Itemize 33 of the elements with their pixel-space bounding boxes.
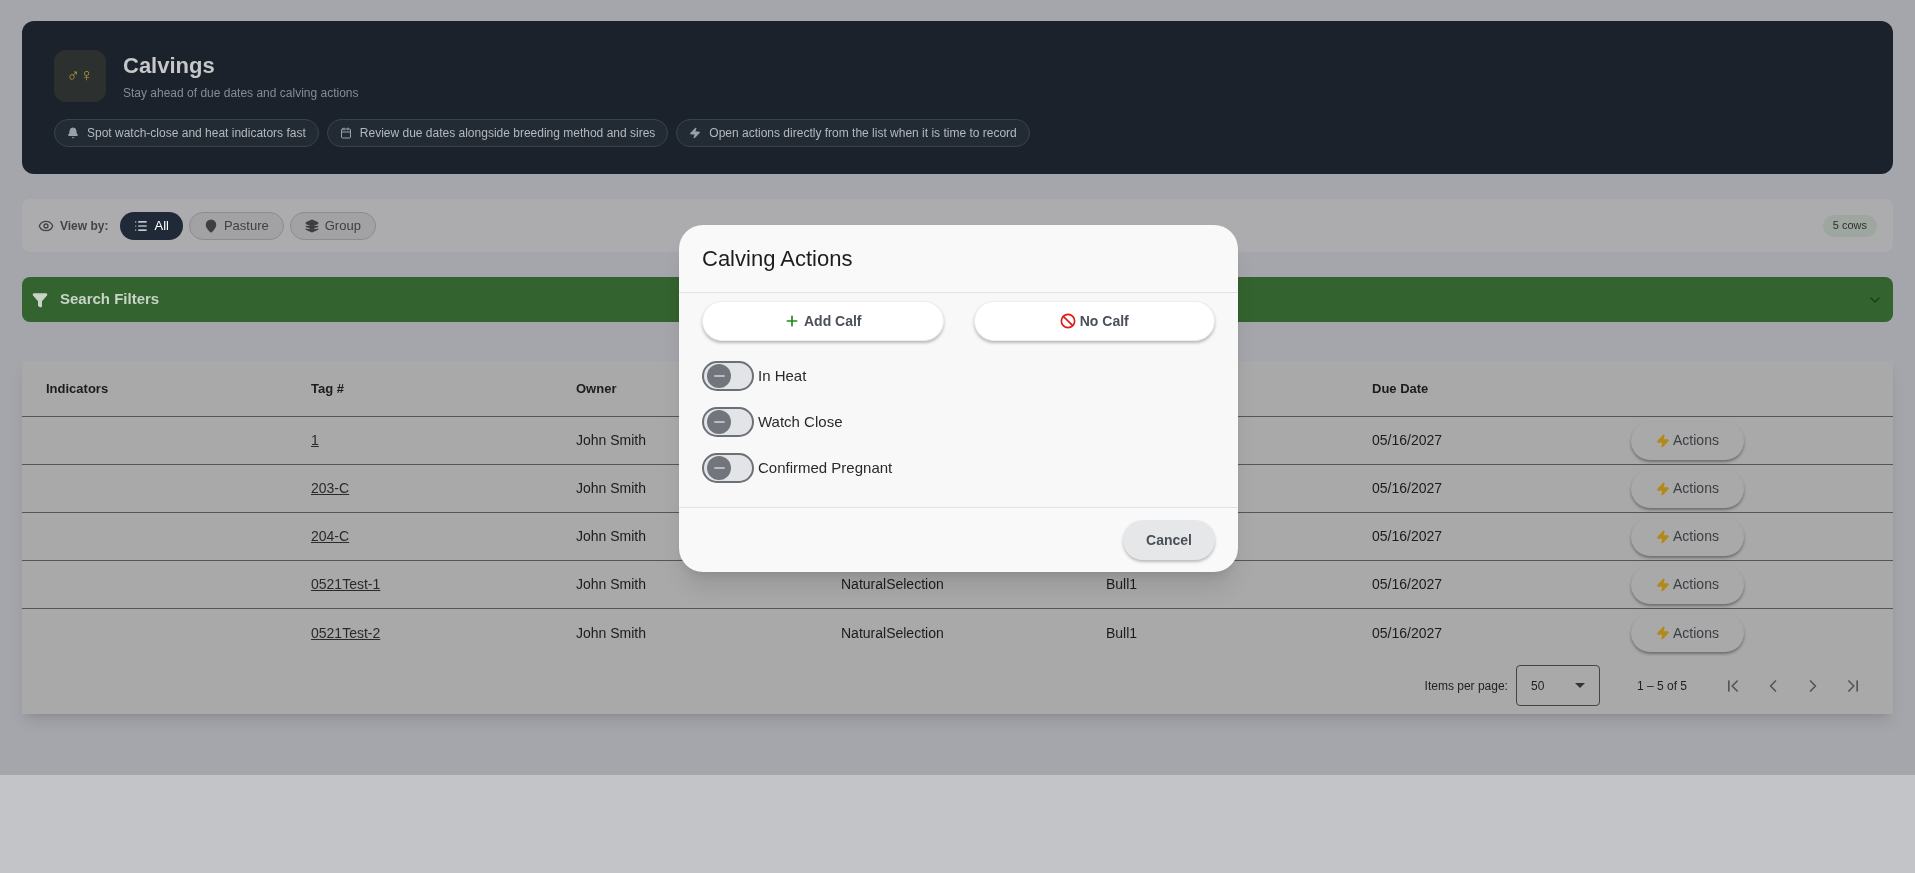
- table-cell-text: 05/16/2027: [1372, 479, 1443, 498]
- table-cell-text: 05/16/2027: [1372, 527, 1443, 546]
- page-range: 1 – 5 of 5: [1636, 677, 1687, 695]
- table-cell-text: 05/16/2027: [1372, 623, 1443, 643]
- table-cell-text: John Smith: [576, 575, 647, 594]
- cow-count-badge: 5 cows: [1822, 214, 1877, 237]
- feature-chip: Open actions directly from the list when it is time to record: [676, 119, 1030, 147]
- search-filters-title: Search Filters: [60, 289, 160, 310]
- toggle-label: Confirmed Pregnant: [758, 457, 893, 478]
- feature-chip: Review due dates alongside breeding method and sires: [326, 119, 669, 147]
- table-cell-text: John Smith: [576, 527, 647, 546]
- column-header: Indicators: [45, 379, 110, 398]
- column-header: Tag #: [311, 379, 345, 398]
- table-cell-text: NaturalSelection: [841, 575, 944, 594]
- items-per-page-label: Items per page:: [1424, 677, 1508, 695]
- column-header: Due Date: [1372, 379, 1430, 398]
- column-header: Owner: [576, 379, 618, 398]
- toggle-label: In Heat: [758, 365, 807, 386]
- feature-chip: Spot watch-close and heat indicators fast: [54, 119, 319, 147]
- table-cell-text: 05/16/2027: [1372, 575, 1443, 594]
- app-logo: ♂♀: [54, 49, 106, 102]
- dialog-title: Calving Actions: [702, 245, 853, 273]
- table-cell-text: Bull1: [1106, 623, 1138, 643]
- page-title: Calvings: [123, 52, 216, 80]
- table-cell-text: Bull1: [1106, 575, 1138, 594]
- table-cell-text: John Smith: [576, 623, 647, 643]
- page-subtitle: Stay ahead of due dates and calving actions: [123, 85, 359, 102]
- table-cell-text: NaturalSelection: [841, 623, 944, 643]
- toggle-label: Watch Close: [758, 411, 843, 432]
- table-cell-text: John Smith: [576, 431, 647, 450]
- view-by-label: View by:: [60, 217, 109, 235]
- table-cell-text: 05/16/2027: [1372, 431, 1443, 450]
- table-cell-text: John Smith: [576, 479, 647, 498]
